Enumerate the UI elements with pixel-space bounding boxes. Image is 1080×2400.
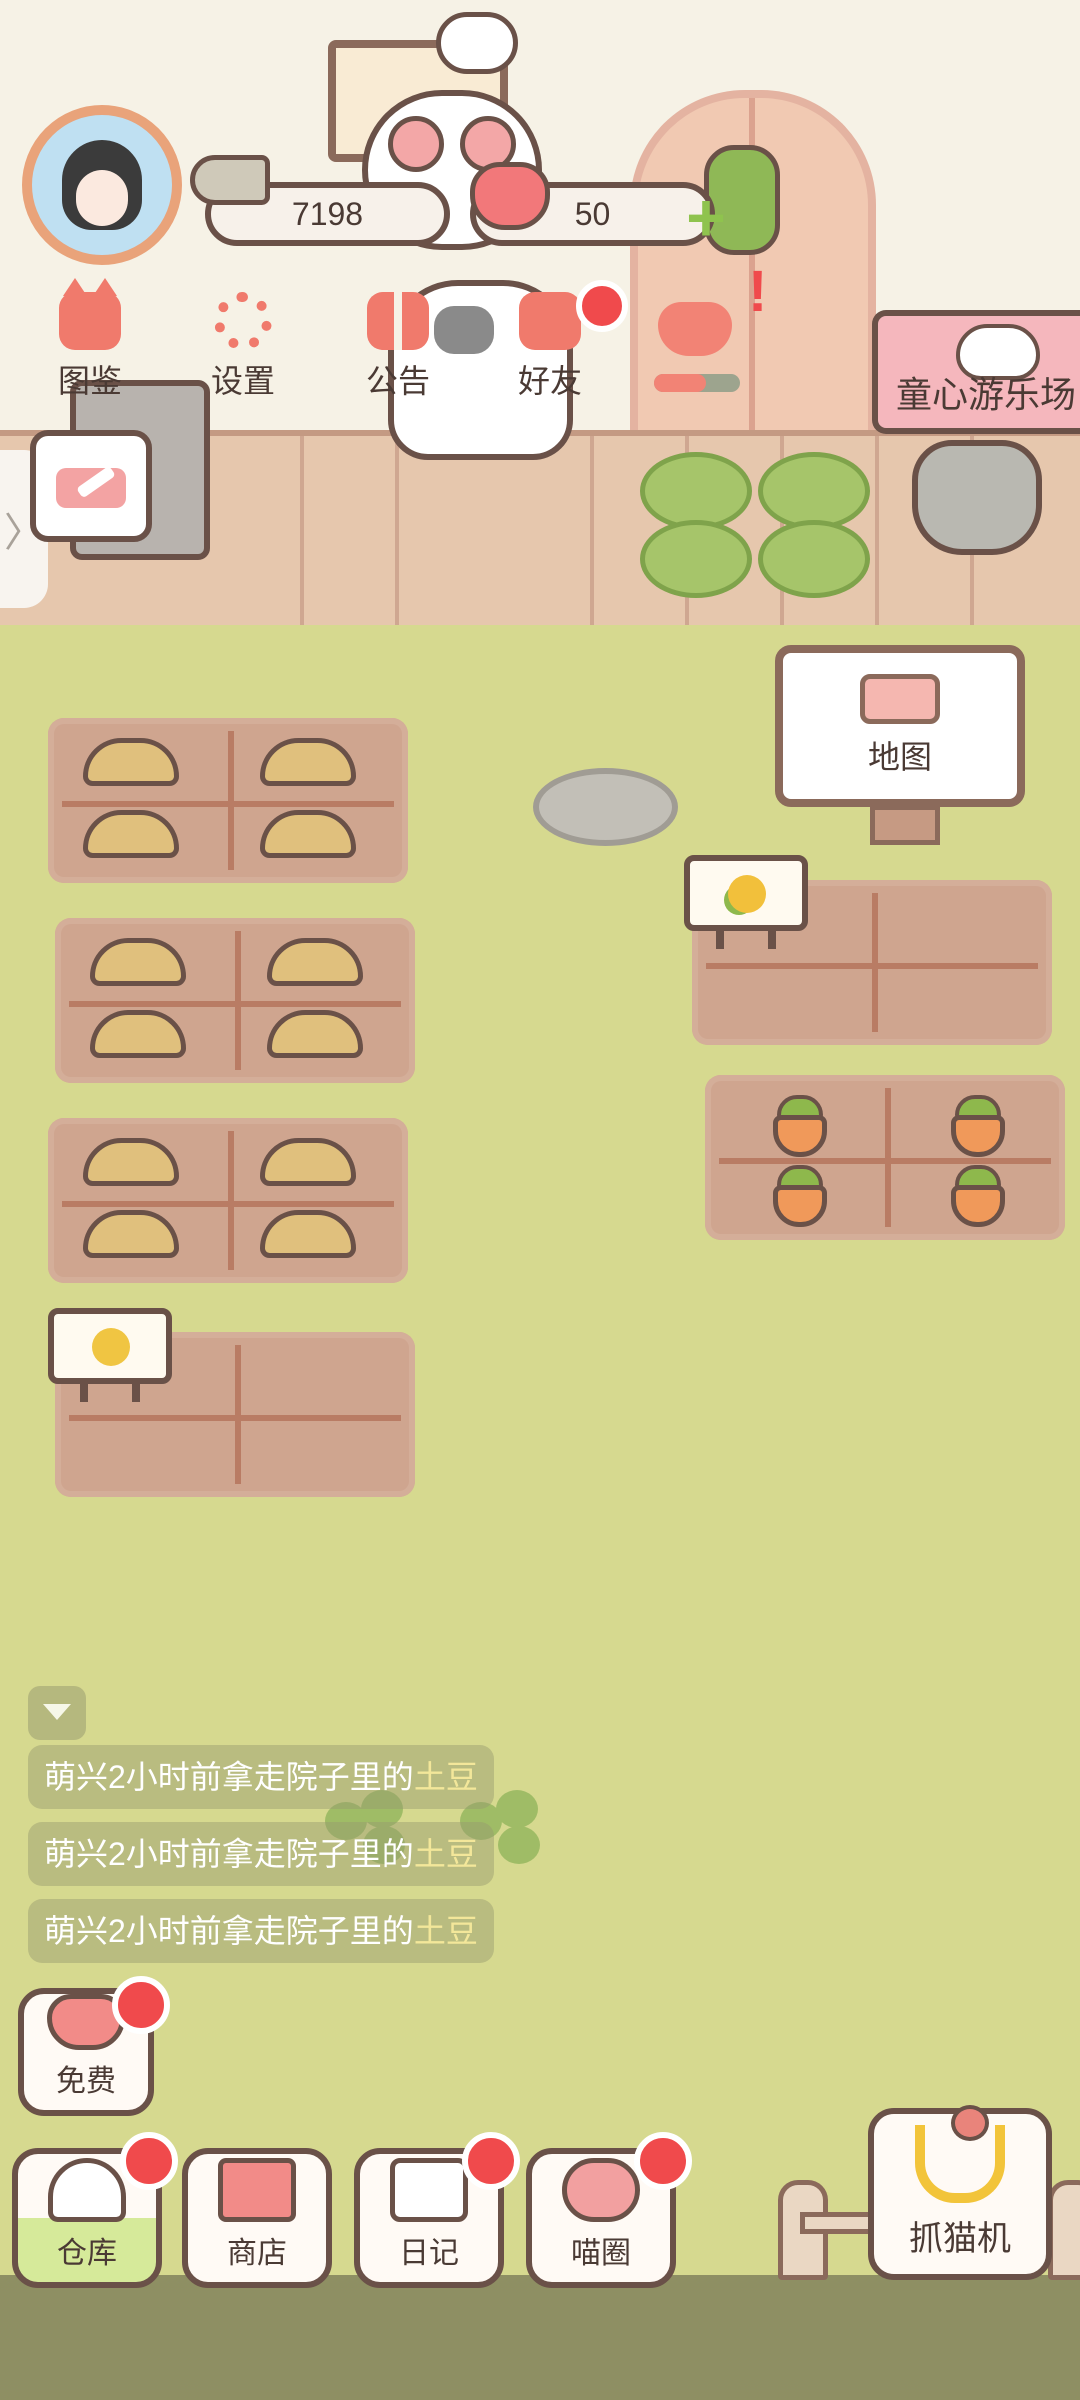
feed-message-item: 土豆 — [413, 1913, 478, 1949]
farm-plot-2[interactable] — [55, 918, 415, 1083]
friends-icon — [519, 292, 581, 350]
panda-plush-decoration — [436, 12, 518, 74]
wheat-icon — [92, 1328, 130, 1366]
feed-message: 萌兴2小时前拿走院子里的土豆 — [28, 1899, 494, 1963]
friends-notification-badge — [576, 280, 628, 332]
mouse-ear-left — [388, 116, 444, 172]
carrot-crop[interactable] — [945, 1165, 1011, 1227]
gift-icon — [367, 292, 429, 350]
edit-notepad-button[interactable] — [30, 430, 152, 542]
player-portrait — [62, 140, 142, 230]
farm-plot-6[interactable] — [705, 1075, 1065, 1240]
diary-label: 日记 — [399, 2237, 459, 2270]
cat-planet-icon — [562, 2158, 640, 2222]
gear-icon — [214, 292, 272, 350]
notice-button[interactable]: 公告 — [338, 282, 458, 402]
map-button[interactable]: 地图 — [775, 645, 1025, 807]
warehouse-icon — [48, 2158, 126, 2222]
potato-crop[interactable] — [90, 1010, 186, 1058]
feed-message-text: 萌兴2小时前拿走院子里的 — [44, 1913, 414, 1949]
corn-seed-sign[interactable] — [684, 855, 808, 949]
pencil-icon — [76, 465, 116, 499]
coin-value: 7198 — [291, 195, 364, 232]
friends-label: 好友 — [517, 363, 582, 399]
clover-plant-decoration — [640, 452, 875, 600]
potato-crop[interactable] — [83, 738, 179, 786]
potato-crop[interactable] — [83, 1138, 179, 1186]
feed-message-item: 土豆 — [413, 1836, 478, 1872]
avatar[interactable] — [22, 105, 182, 265]
heart-hands-icon — [658, 302, 732, 356]
free-notification-badge — [112, 1976, 170, 2034]
feed-collapse-button[interactable] — [28, 1686, 86, 1740]
claw-machine-button[interactable]: 抓猫机 — [868, 2105, 1052, 2280]
map-label: 地图 — [867, 739, 932, 775]
ground-strip — [0, 2275, 1080, 2400]
corn-icon — [728, 875, 766, 913]
free-label: 免费 — [56, 2065, 116, 2098]
fish-coin-icon — [190, 155, 270, 205]
alert-exclamation-icon: ! — [748, 259, 768, 324]
potato-crop[interactable] — [260, 1138, 356, 1186]
feed-message-text: 萌兴2小时前拿走院子里的 — [44, 1759, 414, 1795]
plant-pot-decoration — [912, 440, 1042, 555]
carrot-crop[interactable] — [945, 1095, 1011, 1157]
potato-crop[interactable] — [90, 938, 186, 986]
feed-message-text: 萌兴2小时前拿走院子里的 — [44, 1836, 414, 1872]
warehouse-notification-badge — [120, 2132, 178, 2190]
cat-circle-label: 喵圈 — [571, 2237, 631, 2270]
potato-crop[interactable] — [260, 810, 356, 858]
playground-button[interactable]: 童心游乐场 — [872, 310, 1080, 434]
shop-button[interactable]: 商店 — [182, 2148, 332, 2288]
warehouse-label: 仓库 — [57, 2237, 117, 2270]
feed-message-item: 土豆 — [413, 1759, 478, 1795]
map-sign-post — [870, 805, 940, 845]
cat-circle-notification-badge — [634, 2132, 692, 2190]
shop-icon — [218, 2158, 296, 2222]
potato-crop[interactable] — [260, 1210, 356, 1258]
fence-icon — [860, 674, 940, 724]
potato-crop[interactable] — [260, 738, 356, 786]
diary-icon — [390, 2158, 468, 2222]
potato-crop[interactable] — [83, 1210, 179, 1258]
shop-label: 商店 — [227, 2237, 287, 2270]
potato-crop[interactable] — [267, 1010, 363, 1058]
notice-label: 公告 — [365, 363, 430, 399]
heart-currency-icon — [470, 162, 550, 230]
like-progress-bar — [654, 374, 740, 392]
farm-plot-1[interactable] — [48, 718, 408, 883]
playground-label: 童心游乐场 — [896, 374, 1077, 415]
settings-label: 设置 — [210, 363, 275, 399]
carrot-crop[interactable] — [767, 1165, 833, 1227]
garden-stone — [533, 768, 678, 846]
add-currency-button[interactable]: + — [678, 184, 734, 252]
feed-message: 萌兴2小时前拿走院子里的土豆 — [28, 1745, 494, 1809]
farm-plot-3[interactable] — [48, 1118, 408, 1283]
feed-message: 萌兴2小时前拿走院子里的土豆 — [28, 1822, 494, 1886]
settings-button[interactable]: 设置 — [183, 282, 303, 402]
fence-post — [1048, 2180, 1080, 2280]
guide-button[interactable]: 图鉴 — [30, 278, 150, 402]
potato-crop[interactable] — [267, 938, 363, 986]
heart-value: 50 — [574, 195, 611, 232]
claw-icon — [915, 2105, 1005, 2203]
like-button[interactable] — [640, 292, 750, 400]
potato-crop[interactable] — [83, 810, 179, 858]
diary-notification-badge — [462, 2132, 520, 2190]
guide-label: 图鉴 — [57, 363, 122, 399]
claw-machine-label: 抓猫机 — [909, 2220, 1011, 2258]
carrot-crop[interactable] — [767, 1095, 833, 1157]
wheat-seed-sign[interactable] — [48, 1308, 172, 1402]
cat-book-icon — [59, 278, 121, 350]
